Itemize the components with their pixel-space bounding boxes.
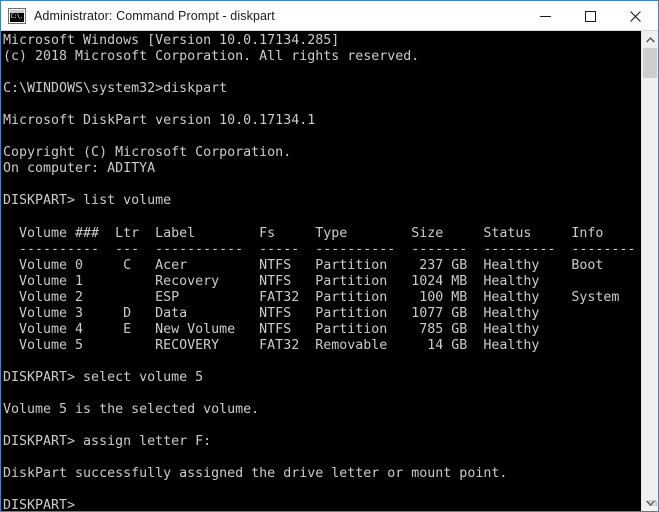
scroll-down-arrow-icon[interactable] [642,494,658,511]
maximize-button[interactable] [568,1,613,31]
command-prompt-window: C:\. Administrator: Command Prompt - dis… [0,0,659,512]
console-output-area[interactable]: Microsoft Windows [Version 10.0.17134.28… [1,31,658,511]
scroll-up-arrow-icon[interactable] [642,31,658,48]
close-button[interactable] [613,1,658,31]
minimize-button[interactable] [523,1,568,31]
command-prompt-icon: C:\. [8,7,26,24]
console-scrollbar[interactable] [641,31,658,511]
scrollbar-thumb[interactable] [643,48,657,78]
console-text: Microsoft Windows [Version 10.0.17134.28… [3,33,636,511]
icon-prompt-text: C:\. [10,12,24,20]
window-controls [523,1,658,31]
title-bar[interactable]: C:\. Administrator: Command Prompt - dis… [1,1,658,31]
window-title: Administrator: Command Prompt - diskpart [34,8,275,23]
